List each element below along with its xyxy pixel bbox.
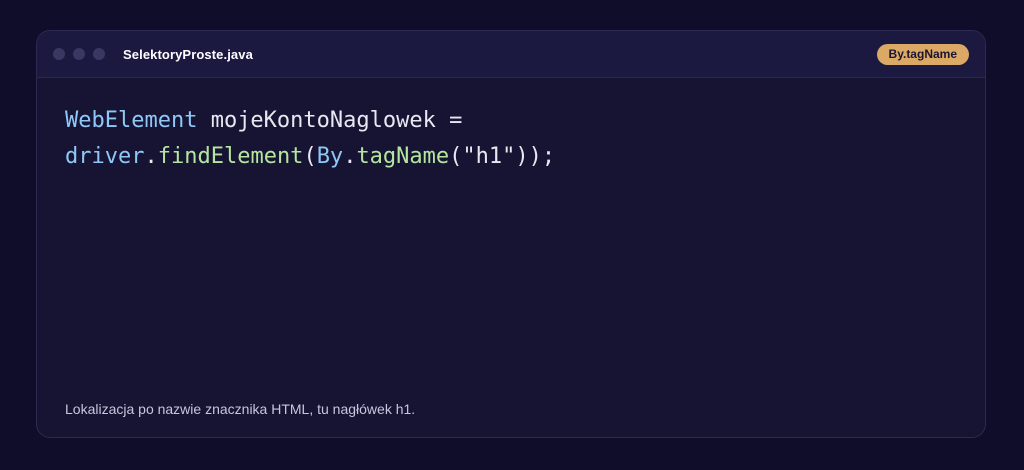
file-name: SelektoryProste.java (123, 46, 253, 62)
code-token-dot: . (343, 144, 357, 169)
code-token-tag-name: tagName (356, 144, 450, 169)
selector-badge: By.tagName (876, 44, 969, 65)
code-token-paren: ( (303, 144, 317, 169)
code-token-type: WebElement (65, 108, 198, 133)
code-caption: Lokalizacja po nazwie znacznika HTML, tu… (65, 401, 416, 417)
code-token-driver: driver (65, 144, 145, 169)
minimize-dot-icon[interactable] (73, 48, 85, 60)
code-token-args: ("h1")); (449, 144, 556, 169)
code-token-dot: . (144, 144, 158, 169)
code-line-1: WebElement mojeKontoNaglowek = (65, 103, 555, 139)
close-dot-icon[interactable] (53, 48, 65, 60)
maximize-dot-icon[interactable] (93, 48, 105, 60)
code-token-find-element: findElement (157, 144, 304, 169)
code-token-declaration: mojeKontoNaglowek = (197, 108, 463, 133)
title-bar: SelektoryProste.java By.tagName (37, 31, 985, 78)
code-token-by: By (316, 144, 344, 169)
code-block: WebElement mojeKontoNaglowek = driver.fin… (65, 103, 555, 175)
window-controls (53, 48, 105, 60)
code-line-2: driver.findElement(By.tagName("h1")); (65, 139, 555, 175)
code-window: SelektoryProste.java By.tagName WebEleme… (36, 30, 986, 438)
